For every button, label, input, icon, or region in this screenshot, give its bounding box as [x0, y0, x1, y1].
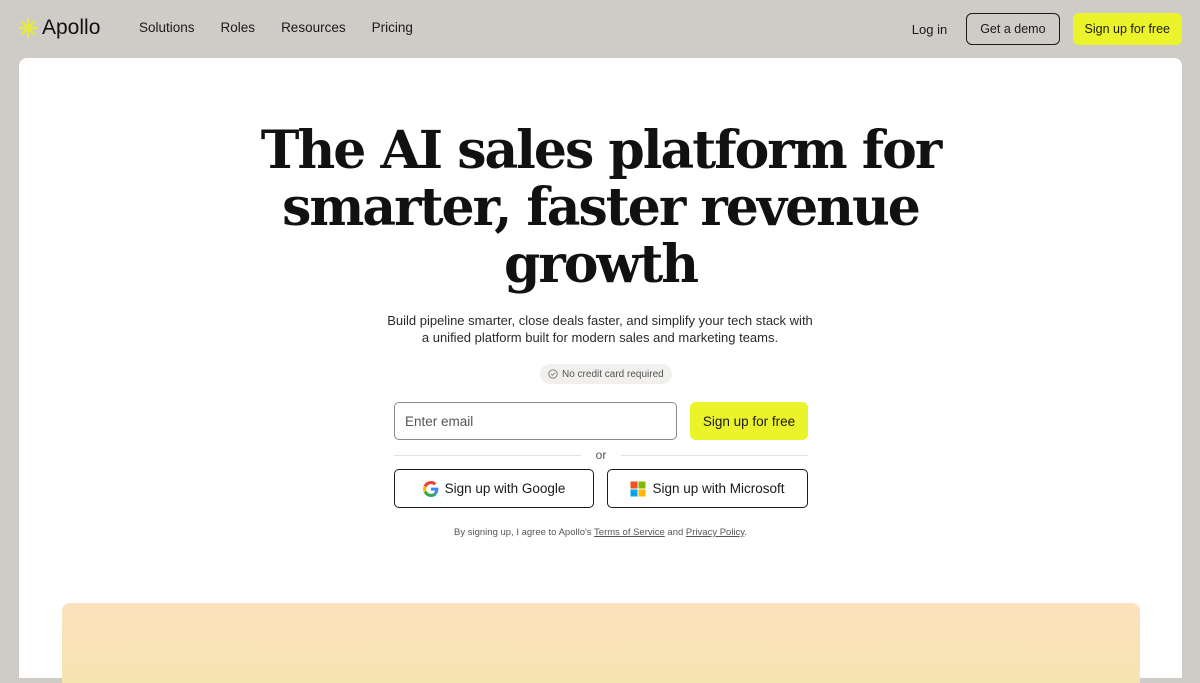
nav-item-roles[interactable]: Roles — [221, 20, 256, 35]
no-credit-card-badge: No credit card required — [540, 364, 672, 384]
terms-prefix: By signing up, I agree to Apollo's — [454, 527, 592, 538]
terms-and: and — [667, 527, 684, 538]
logo-text: Apollo — [42, 16, 101, 39]
signup-submit-button[interactable]: Sign up for free — [690, 402, 808, 440]
get-demo-button[interactable]: Get a demo — [966, 13, 1060, 45]
hero-subtitle-line-2: a unified platform built for modern sale… — [421, 330, 779, 345]
hero-title-line-1: The AI sales platform for — [260, 120, 942, 181]
nav-item-resources[interactable]: Resources — [281, 20, 346, 35]
privacy-policy-link[interactable]: Privacy Policy — [686, 527, 744, 538]
terms-notice: By signing up, I agree to Apollo's Terms… — [19, 527, 1182, 538]
or-divider: or — [394, 448, 808, 462]
check-circle-icon — [548, 369, 558, 379]
nav-item-pricing[interactable]: Pricing — [372, 20, 413, 35]
hero-card: The AI sales platform for smarter, faste… — [19, 58, 1182, 683]
hero-subtitle: Build pipeline smarter, close deals fast… — [350, 312, 850, 346]
terms-suffix: . — [744, 527, 747, 538]
hero-subtitle-line-1: Build pipeline smarter, close deals fast… — [387, 313, 813, 328]
apollo-logo[interactable]: Apollo — [18, 16, 100, 40]
signup-microsoft-button[interactable]: Sign up with Microsoft — [607, 469, 808, 508]
login-link[interactable]: Log in — [912, 22, 947, 37]
email-input[interactable] — [394, 402, 677, 440]
hero-title-line-3: growth — [503, 234, 699, 295]
google-icon — [422, 480, 438, 497]
google-button-label: Sign up with Google — [444, 481, 566, 496]
nav-item-solutions[interactable]: Solutions — [139, 20, 195, 35]
microsoft-icon — [630, 481, 646, 496]
main-menu: Solutions Roles Resources Pricing — [139, 20, 439, 35]
top-nav: Apollo Solutions Roles Resources Pricing… — [0, 0, 1200, 58]
hero-title: The AI sales platform for smarter, faste… — [19, 122, 1182, 293]
nav-actions: Log in Get a demo Sign up for free — [912, 13, 1182, 45]
badge-text: No credit card required — [562, 368, 664, 380]
product-preview-panel — [62, 603, 1140, 683]
signup-google-button[interactable]: Sign up with Google — [394, 469, 594, 508]
microsoft-button-label: Sign up with Microsoft — [652, 481, 785, 496]
asterisk-icon — [18, 18, 38, 38]
or-text: or — [595, 448, 607, 462]
hero-title-line-2: smarter, faster revenue — [282, 177, 921, 238]
signup-top-button[interactable]: Sign up for free — [1072, 13, 1182, 45]
terms-of-service-link[interactable]: Terms of Service — [594, 527, 665, 538]
